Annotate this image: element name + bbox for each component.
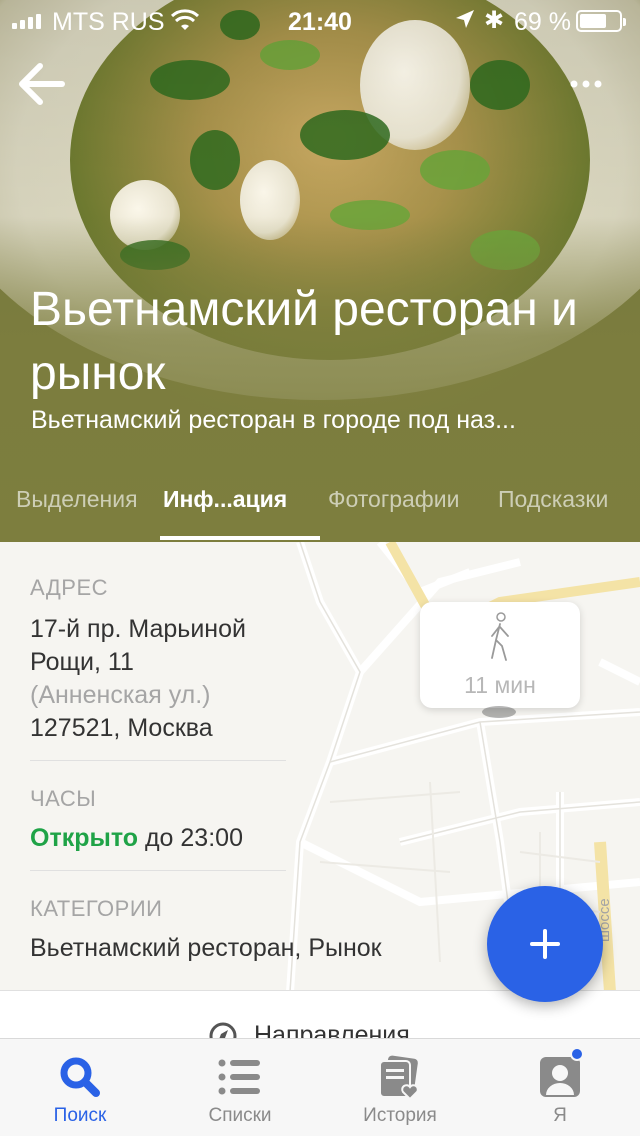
tabbar-history[interactable]: История: [320, 1039, 480, 1136]
history-icon: [379, 1055, 419, 1101]
location-arrow-icon: [454, 8, 476, 37]
battery-icon: [576, 10, 626, 32]
hours-value[interactable]: Открыто до 23:00: [30, 822, 243, 855]
address-line: (Анненская ул.): [30, 681, 211, 709]
address-line: 127521, Москва: [30, 714, 213, 742]
open-status: Открыто: [30, 824, 139, 852]
walking-person-icon: [491, 612, 509, 661]
divider: [30, 870, 286, 871]
tab-highlights[interactable]: Выделения: [16, 486, 138, 513]
list-icon: [218, 1059, 260, 1095]
place-title: Вьетнамский ресторан и рынок: [30, 283, 578, 400]
hero-image: [0, 0, 640, 542]
closing-time: до 23:00: [144, 824, 243, 852]
divider: [30, 760, 286, 761]
tab-photos[interactable]: Фотографии: [328, 486, 459, 513]
search-icon: [60, 1057, 100, 1097]
section-tabs: Выделения Инф...ация Фотографии Подсказк…: [0, 478, 640, 542]
address-line: 17-й пр. Марьиной: [30, 615, 246, 643]
compass-icon: [209, 1022, 237, 1038]
tabbar-label: Я: [553, 1105, 567, 1126]
add-button[interactable]: [487, 886, 603, 1002]
notification-badge: [570, 1047, 584, 1061]
tabbar-label: Списки: [208, 1105, 272, 1126]
address-label: АДРЕС: [30, 575, 109, 600]
categories-label: КАТЕГОРИИ: [30, 896, 163, 921]
tabbar-profile[interactable]: Я: [480, 1039, 640, 1136]
back-button[interactable]: [16, 62, 66, 106]
tabbar-label: История: [363, 1105, 437, 1126]
hours-label: ЧАСЫ: [30, 786, 97, 811]
directions-label: Направления: [254, 1021, 410, 1038]
walking-time: 11 мин: [464, 672, 536, 698]
tabbar-search[interactable]: Поиск: [0, 1039, 160, 1136]
bottom-tab-bar: Поиск Списки История Я: [0, 1038, 640, 1136]
status-bar: MTS RUS 21:40 ✱ 69 %: [0, 0, 640, 40]
categories-value: Вьетнамский ресторан, Рынок: [30, 934, 382, 962]
walking-time-card[interactable]: 11 мин: [420, 602, 580, 718]
more-options-button[interactable]: [566, 66, 606, 102]
tab-information[interactable]: Инф...ация: [163, 486, 287, 513]
place-subtitle[interactable]: Вьетнамский ресторан в городе под наз...: [31, 406, 611, 435]
tabbar-label: Поиск: [53, 1105, 107, 1126]
battery-percent: 69 %: [514, 8, 571, 36]
tab-tips[interactable]: Подсказки: [498, 486, 608, 513]
map-pin: [482, 706, 516, 718]
active-tab-indicator: [160, 536, 320, 540]
tabbar-lists[interactable]: Списки: [160, 1039, 320, 1136]
address-value[interactable]: 17-й пр. Марьиной Рощи, 11 (Анненская ул…: [30, 613, 286, 745]
address-line: Рощи, 11: [30, 648, 134, 676]
bluetooth-icon: ✱: [484, 7, 505, 34]
